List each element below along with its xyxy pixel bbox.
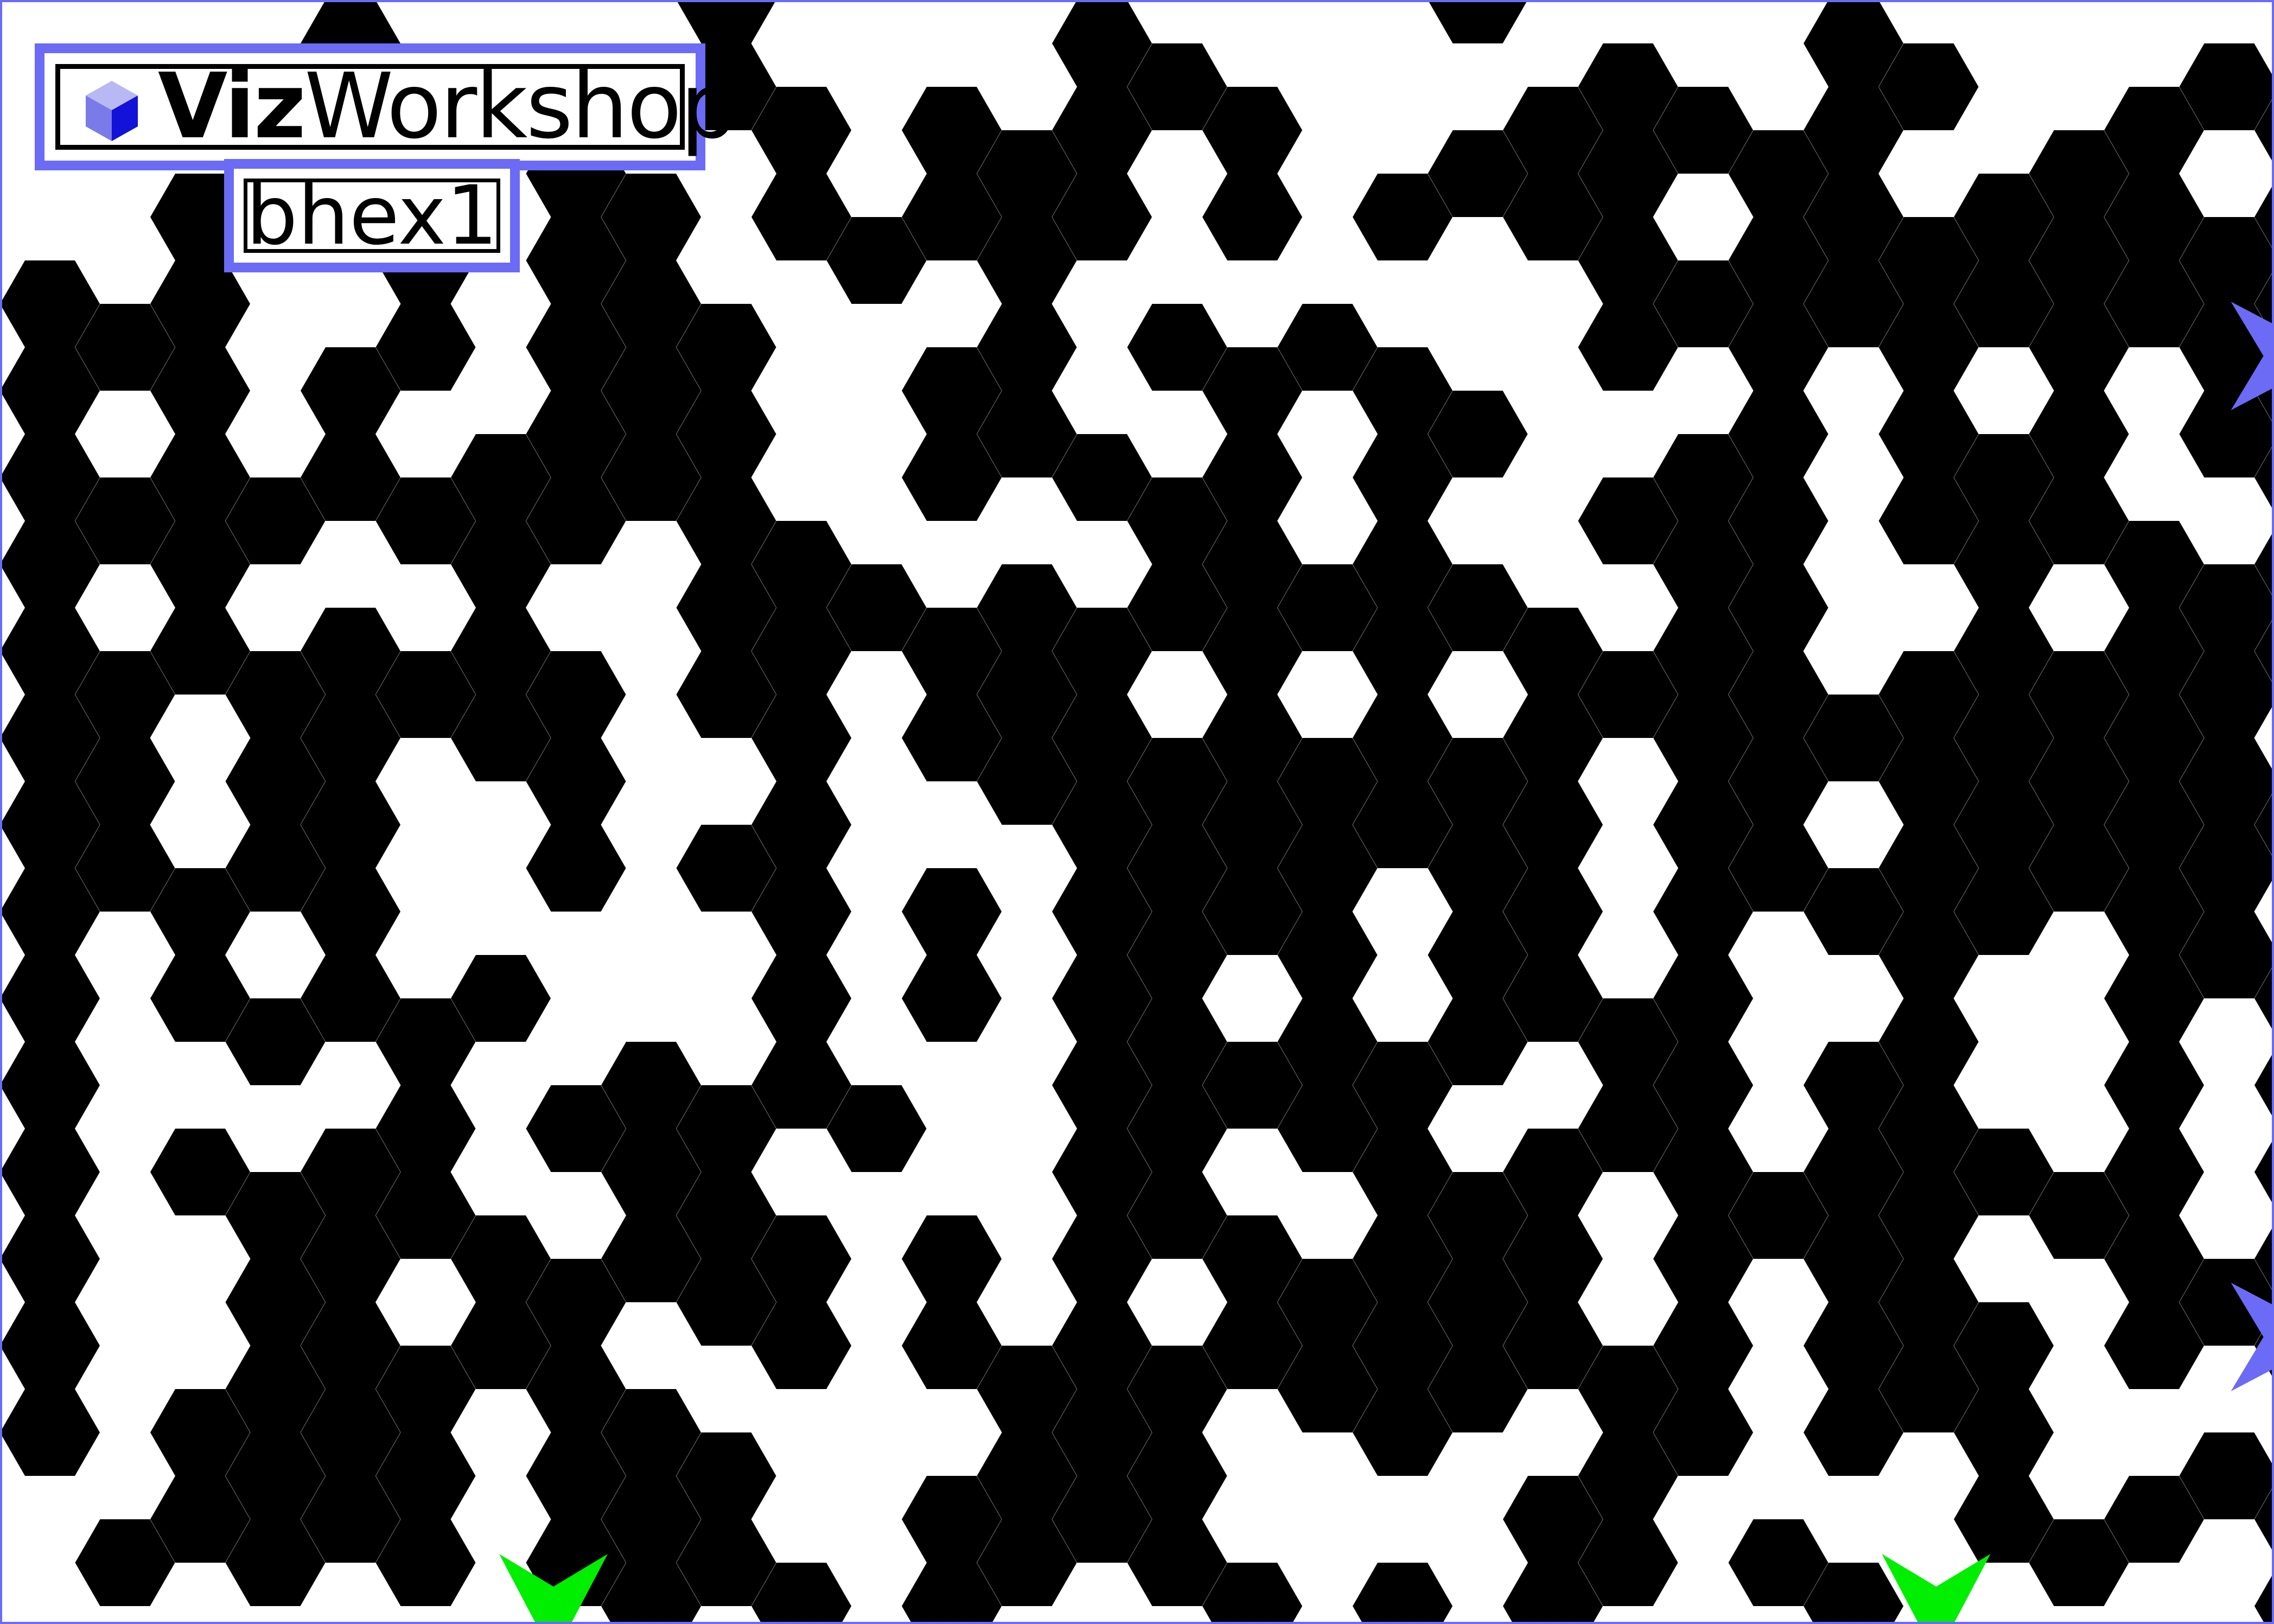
brand-name-rest: Workshop: [304, 54, 737, 159]
cube-logo-icon: [86, 81, 138, 141]
level-label-inner: bhex1: [244, 175, 500, 257]
brand-name-bold: Viz: [158, 54, 306, 159]
brand-banner: VizWorkshop: [35, 43, 737, 170]
brand-name: VizWorkshop: [158, 62, 737, 152]
level-label: bhex1: [224, 159, 520, 272]
level-name: bhex1: [246, 168, 498, 263]
brand-banner-inner: VizWorkshop: [55, 62, 737, 152]
